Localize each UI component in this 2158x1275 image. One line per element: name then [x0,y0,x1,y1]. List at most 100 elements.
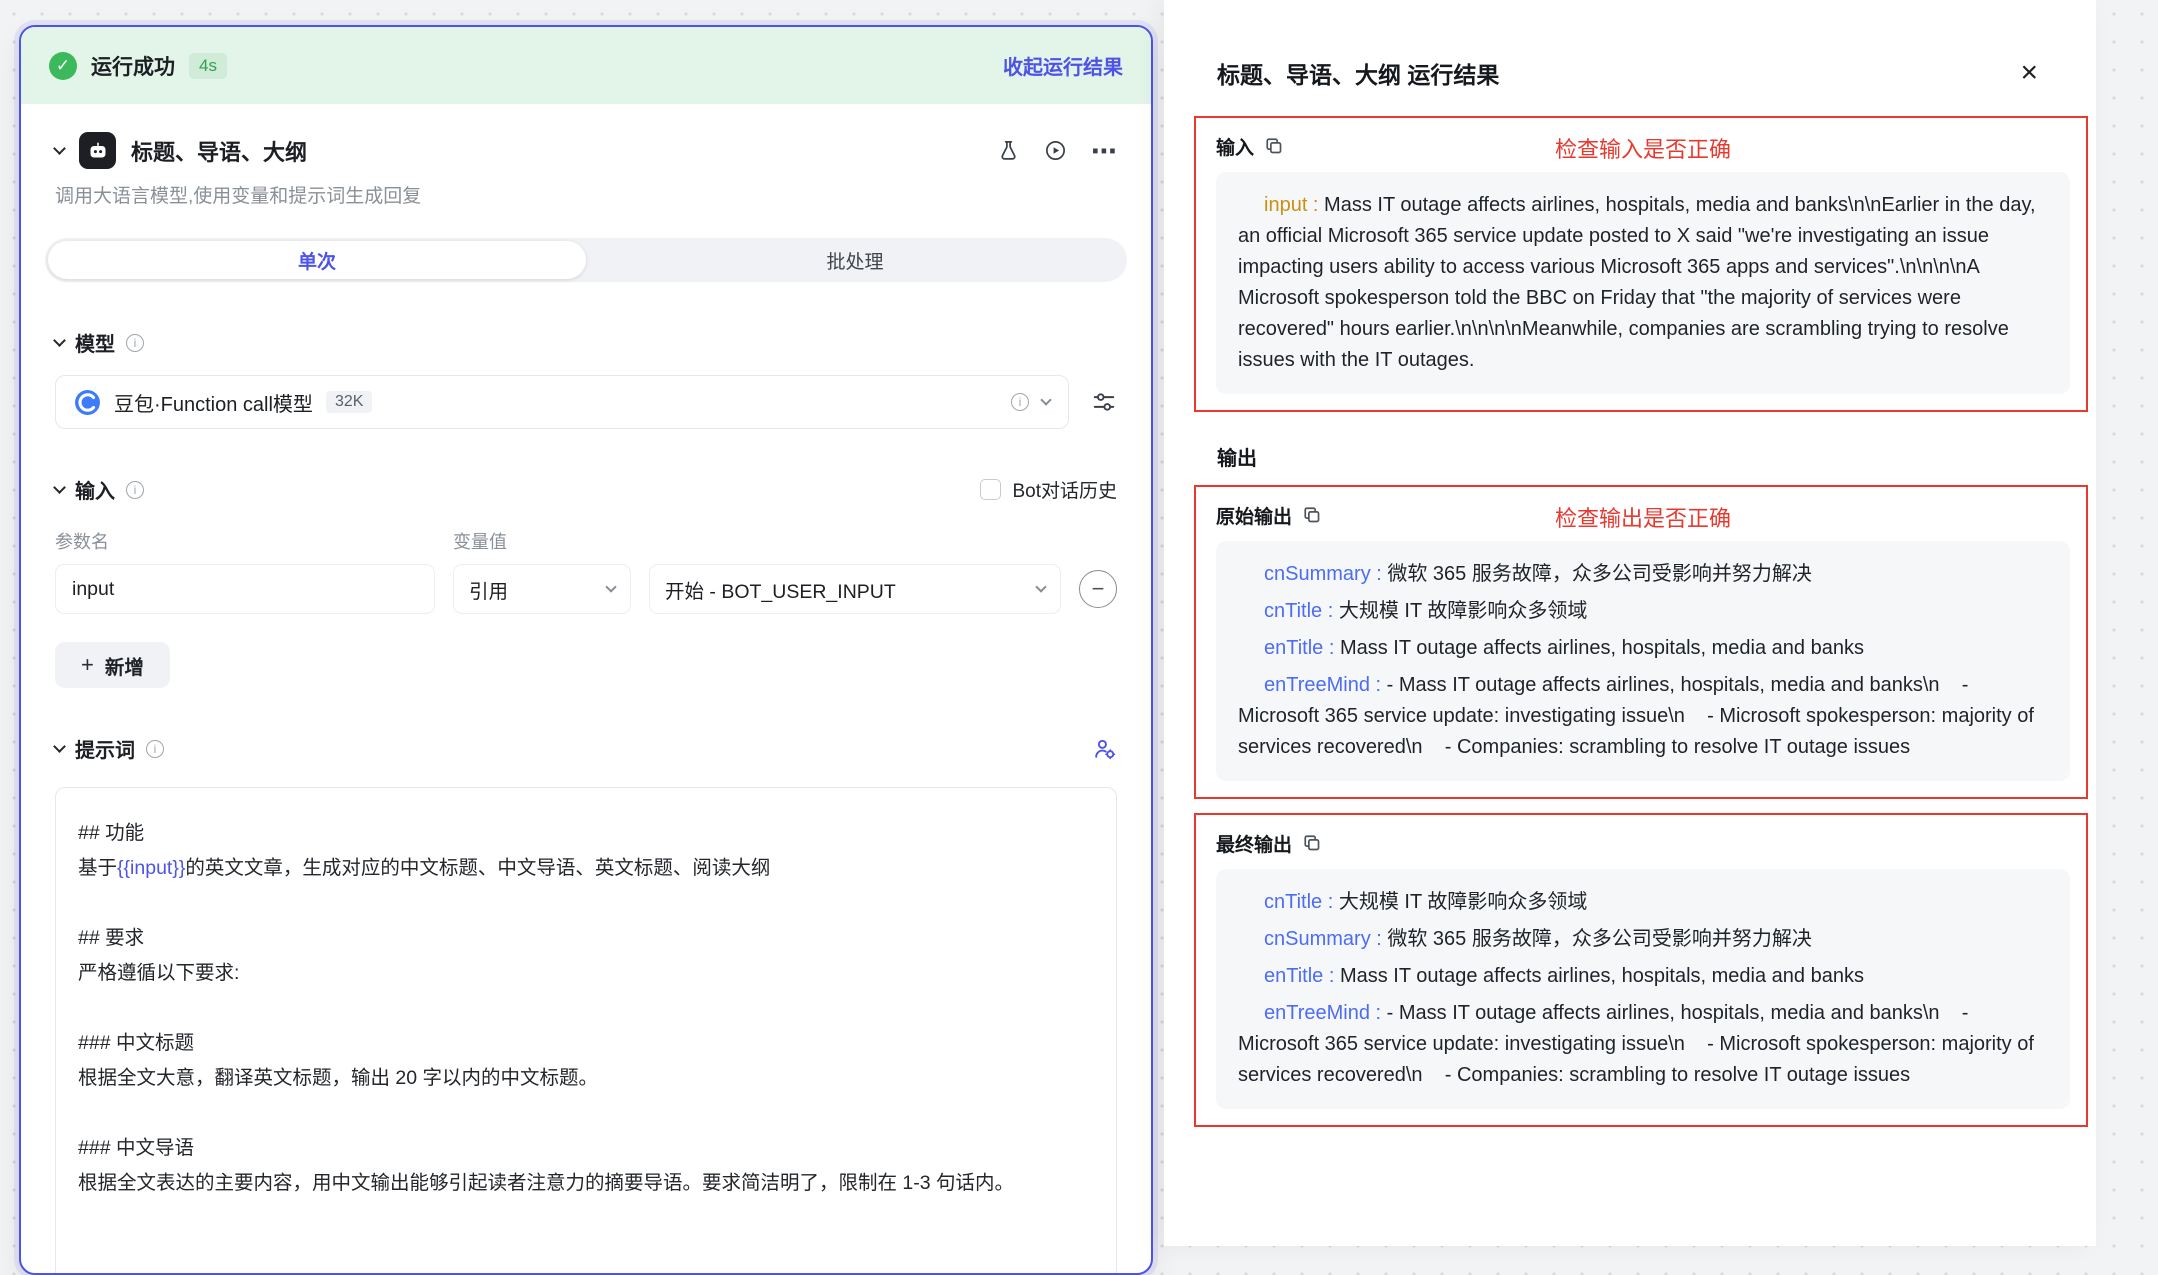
node-avatar-icon [79,132,116,169]
input-block-header: 输入 检查输入是否正确 [1216,130,2070,162]
debug-icon[interactable] [997,139,1020,162]
input-check-annotation: 检查输入是否正确 [1216,132,2070,164]
input-section-header: 输入 i Bot对话历史 [55,475,1117,504]
mode-tabs: 单次 批处理 [45,238,1127,282]
prompt-blank-line [78,1096,1094,1131]
prompt-section-title: 提示词 [75,734,135,763]
output-key-value: cnSummary : 微软 365 服务故障，众多公司受影响并努力解决 [1238,924,2048,955]
output-key-value: cnTitle : 大规模 IT 故障影响众多领域 [1238,887,2048,918]
model-section: 模型 i 豆包·Function call模型 32K i [21,328,1151,429]
prompt-line: 基于{{input}}的英文文章，生成对应的中文标题、中文导语、英文标题、阅读大… [78,851,1094,886]
plus-icon: + [81,652,94,678]
model-info-icon[interactable]: i [1011,393,1029,411]
param-name-column-label: 参数名 [55,528,453,554]
run-node-icon[interactable] [1044,139,1067,162]
prompt-variable-token: {{input}} [117,857,185,879]
model-section-title: 模型 [75,328,115,357]
input-section: 输入 i Bot对话历史 参数名 变量值 引用 开始 - BOT_USER_IN… [21,475,1151,688]
chevron-down-icon[interactable] [53,481,66,494]
tab-single[interactable]: 单次 [48,241,586,279]
output-value: 大规模 IT 故障影响众多领域 [1339,600,1588,622]
value-type-select[interactable]: 引用 [453,564,631,614]
prompt-editor[interactable]: ## 功能 基于{{input}}的英文文章，生成对应的中文标题、中文导语、英文… [55,787,1117,1275]
result-panel-header: 标题、导语、大纲 运行结果 × [1164,0,2096,90]
output-key: cnTitle : [1264,600,1333,622]
minus-icon: − [1092,576,1105,602]
bot-history-checkbox[interactable] [980,479,1001,500]
output-key-value: enTreeMind : - Mass IT outage affects ai… [1238,998,2048,1091]
prompt-text: 的英文文章，生成对应的中文标题、中文导语、英文标题、阅读大纲 [185,857,770,879]
run-status-label: 运行成功 [91,51,175,81]
output-key: cnSummary : [1264,928,1382,950]
input-section-title: 输入 [75,475,115,504]
model-logo-icon [74,389,101,416]
bot-history-option: Bot对话历史 [980,476,1117,503]
param-column-labels: 参数名 变量值 [55,528,1117,554]
output-value: 微软 365 服务故障，众多公司受影响并努力解决 [1387,928,1811,950]
final-output-header: 最终输出 [1216,827,2070,859]
output-value: 大规模 IT 故障影响众多领域 [1339,891,1588,913]
param-name-input[interactable] [55,564,435,614]
info-icon: i [126,334,144,352]
prompt-section-header: 提示词 i [55,734,1117,763]
output-key-value: cnSummary : 微软 365 服务故障，众多公司受影响并努力解决 [1238,559,2048,590]
prompt-line: ### 中文导语 [78,1131,1094,1166]
more-icon[interactable]: ⋯ [1091,138,1117,164]
close-icon[interactable]: × [2020,58,2038,88]
input-key-value: input : Mass IT outage affects airlines,… [1238,190,2048,376]
final-output-label: 最终输出 [1216,830,1292,857]
chevron-down-icon[interactable] [53,740,66,753]
final-output-value-box: cnTitle : 大规模 IT 故障影响众多领域 cnSummary : 微软… [1216,869,2070,1109]
output-value: Mass IT outage affects airlines, hospita… [1340,637,1864,659]
copy-icon[interactable] [1303,506,1321,524]
output-key-value: cnTitle : 大规模 IT 故障影响众多领域 [1238,596,2048,627]
tab-batch[interactable]: 批处理 [586,241,1124,279]
final-output-annotation-box: 最终输出 cnTitle : 大规模 IT 故障影响众多领域 cnSummary… [1194,813,2088,1127]
collapse-results-link[interactable]: 收起运行结果 [1003,51,1123,80]
check-glyph: ✓ [56,56,70,76]
output-key: enTreeMind : [1264,1002,1381,1024]
run-result-panel: 标题、导语、大纲 运行结果 × 输入 检查输入是否正确 input : Mass… [1164,0,2096,1246]
copy-icon[interactable] [1265,137,1283,155]
model-context-badge: 32K [326,391,372,413]
raw-output-value-box: cnSummary : 微软 365 服务故障，众多公司受影响并努力解决 cnT… [1216,541,2070,781]
output-value: 微软 365 服务故障，众多公司受影响并努力解决 [1387,563,1811,585]
prompt-blank-line [78,886,1094,921]
output-key: enTreeMind : [1264,674,1381,696]
value-type-label: 引用 [469,575,508,604]
add-param-button[interactable]: + 新增 [55,642,170,688]
output-value: Mass IT outage affects airlines, hospita… [1340,965,1864,987]
output-section-label: 输出 [1217,442,2096,471]
input-annotation-box: 输入 检查输入是否正确 input : Mass IT outage affec… [1194,116,2088,412]
output-key-value: enTitle : Mass IT outage affects airline… [1238,633,2048,664]
model-name: 豆包·Function call模型 [114,388,313,417]
output-key: enTitle : [1264,965,1334,987]
raw-output-header: 原始输出 检查输出是否正确 [1216,499,2070,531]
output-key-value: enTitle : Mass IT outage affects airline… [1238,961,2048,992]
input-block-label: 输入 [1216,133,1254,160]
copy-icon[interactable] [1303,834,1321,852]
prompt-line: 严格遵循以下要求: [78,956,1094,991]
chevron-down-icon [605,581,616,592]
prompt-section: 提示词 i ## 功能 基于{{input}}的英文文章，生成对应的中文标题、中… [21,734,1151,1275]
node-description: 调用大语言模型,使用变量和提示词生成回复 [21,181,1151,208]
remove-param-button[interactable]: − [1079,570,1117,608]
node-toolbar: ⋯ [997,138,1117,164]
node-title: 标题、导语、大纲 [131,135,307,167]
prompt-line: ### 中文标题 [78,1026,1094,1061]
chevron-down-icon[interactable] [53,334,66,347]
model-row: 豆包·Function call模型 32K i [55,375,1117,429]
prompt-blank-line [78,991,1094,1026]
prompt-optimize-icon[interactable] [1092,736,1117,761]
raw-output-label: 原始输出 [1216,502,1292,529]
model-select[interactable]: 豆包·Function call模型 32K i [55,375,1069,429]
chevron-down-icon [1040,394,1051,405]
output-key: enTitle : [1264,637,1334,659]
node-collapse-chevron-icon[interactable] [53,142,66,155]
raw-output-annotation-box: 原始输出 检查输出是否正确 cnSummary : 微软 365 服务故障，众多… [1194,485,2088,799]
value-ref-select[interactable]: 开始 - BOT_USER_INPUT [649,564,1061,614]
success-check-icon: ✓ [49,52,77,80]
model-settings-icon[interactable] [1091,389,1117,415]
run-status-banner: ✓ 运行成功 4s 收起运行结果 [21,27,1151,104]
param-value-column-label: 变量值 [453,528,507,554]
